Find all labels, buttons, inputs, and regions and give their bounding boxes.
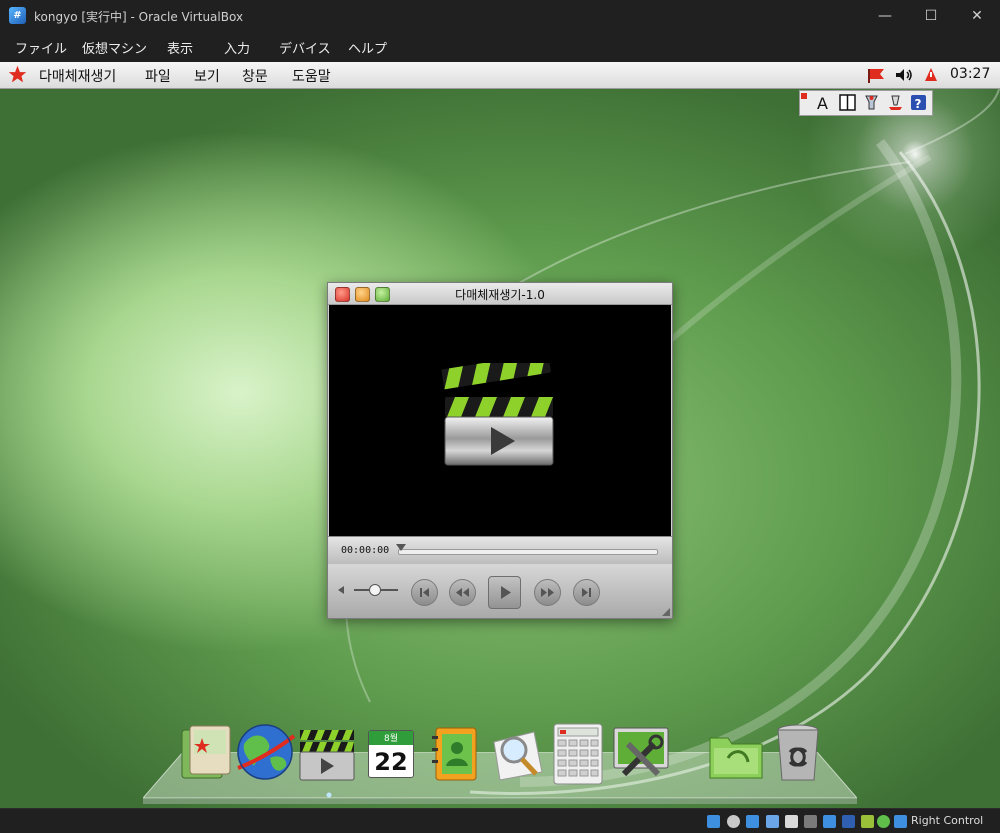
menu-machine[interactable]: 仮想マシン bbox=[82, 38, 147, 57]
menu-devices[interactable]: デバイス bbox=[279, 38, 331, 57]
clapperboard-logo-icon bbox=[441, 363, 554, 466]
volume-knob[interactable] bbox=[368, 584, 381, 596]
star-menu-icon[interactable] bbox=[8, 65, 27, 84]
window-titlebar[interactable]: # kongyo [実行中] - Oracle VirtualBox — ☐ ✕ bbox=[0, 0, 1000, 32]
guest-menu-file[interactable]: 파일 bbox=[145, 66, 171, 86]
notification-icon[interactable] bbox=[922, 67, 940, 83]
clock[interactable]: 03:27 bbox=[950, 66, 990, 82]
file-manager-icon[interactable] bbox=[706, 722, 768, 788]
app-name-menu[interactable]: 다매체재생기 bbox=[39, 66, 116, 86]
cpu-icon[interactable] bbox=[861, 815, 874, 828]
host-menu-bar: ファイル 仮想マシン 表示 入力 デバイス ヘルプ bbox=[0, 32, 1000, 62]
calendar-day: 22 bbox=[374, 748, 408, 776]
usb-icon[interactable] bbox=[785, 815, 798, 828]
photos-icon[interactable] bbox=[176, 722, 238, 788]
settings-icon[interactable] bbox=[886, 93, 905, 112]
previous-button[interactable] bbox=[411, 579, 438, 606]
fast-forward-icon bbox=[541, 588, 554, 597]
skip-forward-icon bbox=[582, 588, 591, 597]
ime-handle-icon[interactable] bbox=[801, 93, 807, 99]
tools-icon[interactable] bbox=[862, 93, 881, 112]
menu-input[interactable]: 入力 bbox=[224, 38, 250, 57]
hard-disk-icon[interactable] bbox=[707, 815, 720, 828]
guest-menu-help[interactable]: 도움말 bbox=[292, 66, 331, 86]
calculator-icon[interactable] bbox=[548, 722, 610, 788]
window-title: kongyo [実行中] - Oracle VirtualBox bbox=[34, 10, 244, 24]
volume-low-icon bbox=[338, 586, 344, 594]
host-key-label: Right Control bbox=[911, 814, 984, 827]
seek-handle[interactable] bbox=[396, 544, 406, 551]
guest-menu-window[interactable]: 창문 bbox=[242, 66, 268, 86]
guest-desktop[interactable]: 다매체재생기 파일 보기 창문 도움말 03:27 A ? 다매체재생기-1.0… bbox=[0, 62, 1000, 808]
contacts-icon[interactable] bbox=[426, 722, 488, 788]
seek-bar: 00:00:00 bbox=[328, 536, 672, 564]
status-bar: Right Control bbox=[0, 808, 1000, 833]
calendar-page: 8월 22 bbox=[368, 730, 414, 778]
flag-icon[interactable] bbox=[866, 67, 886, 83]
display-icon[interactable] bbox=[823, 815, 836, 828]
video-area[interactable] bbox=[329, 305, 671, 536]
play-icon bbox=[501, 586, 511, 599]
virtualbox-app-icon: # bbox=[9, 7, 26, 24]
player-titlebar[interactable]: 다매체재생기-1.0 bbox=[328, 283, 672, 305]
guest-menu-view[interactable]: 보기 bbox=[194, 66, 220, 86]
audio-icon[interactable] bbox=[746, 815, 759, 828]
menu-view[interactable]: 表示 bbox=[167, 38, 193, 57]
close-button[interactable]: ✕ bbox=[954, 0, 1000, 32]
volume-icon[interactable] bbox=[894, 67, 914, 83]
skip-back-icon bbox=[420, 588, 429, 597]
search-icon[interactable] bbox=[484, 722, 546, 788]
network-icon[interactable] bbox=[766, 815, 779, 828]
calendar-month: 8월 bbox=[383, 734, 398, 744]
play-button[interactable] bbox=[488, 576, 521, 609]
ime-toolbar: A ? bbox=[799, 90, 933, 116]
fast-forward-button[interactable] bbox=[534, 579, 561, 606]
next-button[interactable] bbox=[573, 579, 600, 606]
media-player-icon[interactable] bbox=[296, 722, 358, 788]
trash-icon[interactable] bbox=[768, 722, 830, 788]
full-half-width-icon[interactable] bbox=[838, 93, 857, 112]
rewind-icon bbox=[456, 588, 469, 597]
input-mode-icon[interactable]: A bbox=[814, 93, 833, 112]
help-icon[interactable]: ? bbox=[909, 93, 928, 112]
screen-recording-icon[interactable] bbox=[842, 815, 855, 828]
player-title: 다매체재생기-1.0 bbox=[455, 288, 545, 302]
arrow-down-icon[interactable] bbox=[894, 815, 907, 828]
system-settings-icon[interactable] bbox=[610, 722, 672, 788]
menu-help[interactable]: ヘルプ bbox=[348, 38, 387, 57]
guest-top-panel: 다매체재생기 파일 보기 창문 도움말 03:27 bbox=[0, 62, 1000, 89]
time-display: 00:00:00 bbox=[341, 545, 390, 556]
seek-track[interactable] bbox=[398, 549, 658, 555]
mouse-integration-icon[interactable] bbox=[877, 815, 890, 828]
calendar-icon[interactable]: 8월 22 bbox=[364, 722, 426, 788]
resize-grip[interactable] bbox=[662, 608, 670, 616]
web-browser-icon[interactable] bbox=[234, 722, 296, 788]
shared-folder-icon[interactable] bbox=[804, 815, 817, 828]
optical-drive-icon[interactable] bbox=[727, 815, 740, 828]
minimize-button[interactable]: — bbox=[862, 0, 908, 32]
rewind-button[interactable] bbox=[449, 579, 476, 606]
svg-text:A: A bbox=[817, 94, 828, 112]
media-player-window[interactable]: 다매체재생기-1.0 00:00:00 bbox=[327, 282, 673, 619]
menu-file[interactable]: ファイル bbox=[15, 38, 67, 57]
player-controls bbox=[328, 564, 672, 618]
svg-text:?: ? bbox=[915, 97, 922, 111]
maximize-button[interactable]: ☐ bbox=[908, 0, 954, 32]
